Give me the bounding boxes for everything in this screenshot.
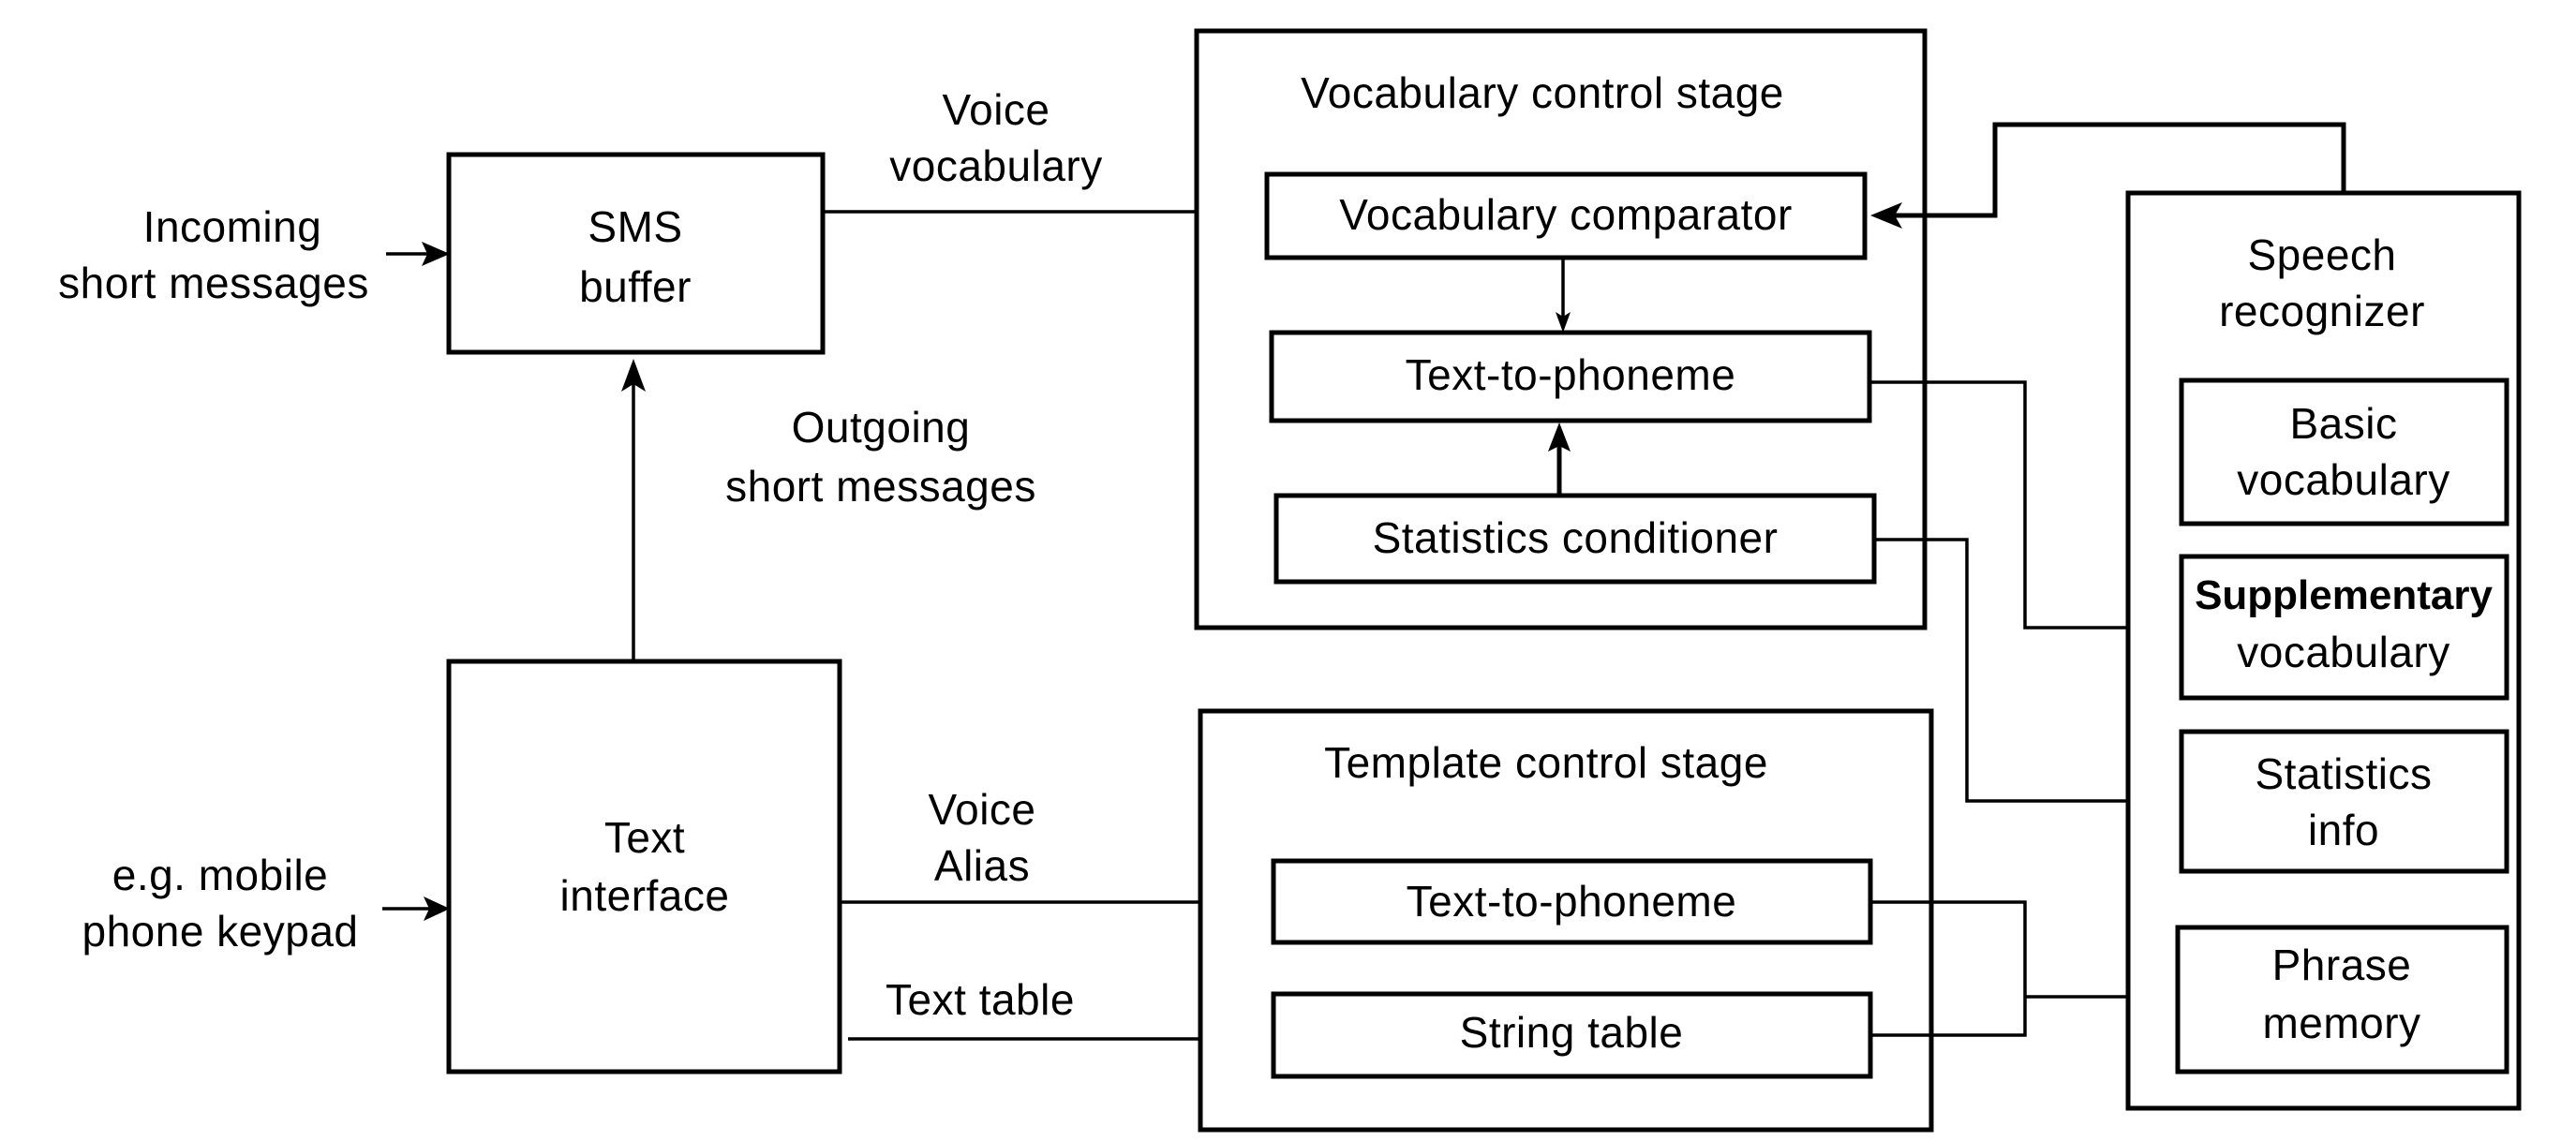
string-table-label: String table: [1460, 1008, 1684, 1057]
basic-vocabulary-label-line1: Basic: [2290, 399, 2398, 448]
phrase-memory-label-line2: memory: [2262, 999, 2420, 1047]
block-diagram: Incoming short messages SMS buffer Outgo…: [0, 0, 2576, 1141]
statistics-conditioner-label: Statistics conditioner: [1373, 513, 1779, 562]
outgoing-arrow: [621, 359, 646, 661]
template-stage-title: Template control stage: [1324, 738, 1768, 787]
vocabulary-comparator-block[interactable]: Vocabulary comparator: [1264, 171, 1868, 260]
vocab-text-to-phoneme-block[interactable]: Text-to-phoneme: [1269, 330, 1872, 423]
text-interface-block[interactable]: Text interface: [446, 659, 842, 1074]
voice-alias-label-line1: Voice: [928, 785, 1035, 834]
sms-buffer-label-line1: SMS: [588, 202, 682, 251]
statistics-info-label-line1: Statistics: [2255, 749, 2432, 798]
phrase-memory-label-line1: Phrase: [2272, 941, 2412, 989]
statistics-conditioner-block[interactable]: Statistics conditioner: [1273, 493, 1877, 585]
sms-buffer-block[interactable]: SMS buffer: [446, 152, 826, 355]
basic-vocabulary-label-line2: vocabulary: [2237, 455, 2449, 504]
vocabulary-comparator-label: Vocabulary comparator: [1339, 190, 1793, 239]
keypad-label-line2: phone keypad: [82, 907, 358, 956]
incoming-label-line2: short messages: [58, 259, 369, 307]
text-table-label: Text table: [886, 975, 1075, 1024]
supplementary-vocabulary-block[interactable]: Supplementary vocabulary: [2179, 554, 2509, 701]
speech-recognizer-title-line2: recognizer: [2219, 287, 2425, 335]
keypad-label-line1: e.g. mobile: [112, 851, 329, 899]
vocabulary-stage-title: Vocabulary control stage: [1301, 68, 1784, 117]
outgoing-label-line1: Outgoing: [792, 403, 971, 452]
voice-vocabulary-label-line2: vocabulary: [889, 141, 1102, 190]
statistics-info-label-line2: info: [2308, 806, 2379, 854]
speech-recognizer-title-line1: Speech: [2247, 230, 2396, 279]
incoming-arrow: [386, 242, 450, 266]
speech-recognizer: Speech recognizer Basic vocabulary Suppl…: [2125, 190, 2522, 1111]
voice-vocabulary-label-line1: Voice: [942, 85, 1050, 134]
supplementary-vocabulary-label-line2: vocabulary: [2237, 628, 2449, 676]
outgoing-label-line2: short messages: [725, 462, 1036, 511]
keypad-arrow: [382, 896, 450, 921]
supplementary-vocabulary-label-line1: Supplementary: [2195, 572, 2493, 618]
incoming-label-line1: Incoming: [143, 202, 322, 251]
vocab-text-to-phoneme-label: Text-to-phoneme: [1406, 350, 1736, 399]
sms-buffer-label-line2: buffer: [579, 262, 692, 311]
statistics-info-block[interactable]: Statistics info: [2179, 729, 2509, 874]
vocabulary-control-stage: Vocabulary control stage Vocabulary comp…: [1194, 28, 1928, 630]
text-interface-label-line2: interface: [560, 871, 730, 920]
phrase-memory-block[interactable]: Phrase memory: [2175, 925, 2509, 1074]
voice-alias-label-line2: Alias: [934, 841, 1030, 890]
template-text-to-phoneme-label: Text-to-phoneme: [1407, 877, 1737, 926]
template-control-stage: Template control stage Text-to-phoneme S…: [1198, 708, 1934, 1133]
string-table-block[interactable]: String table: [1271, 991, 1873, 1079]
text-interface-label-line1: Text: [604, 813, 685, 862]
template-text-to-phoneme-block[interactable]: Text-to-phoneme: [1271, 858, 1873, 945]
basic-vocabulary-block[interactable]: Basic vocabulary: [2179, 378, 2509, 526]
